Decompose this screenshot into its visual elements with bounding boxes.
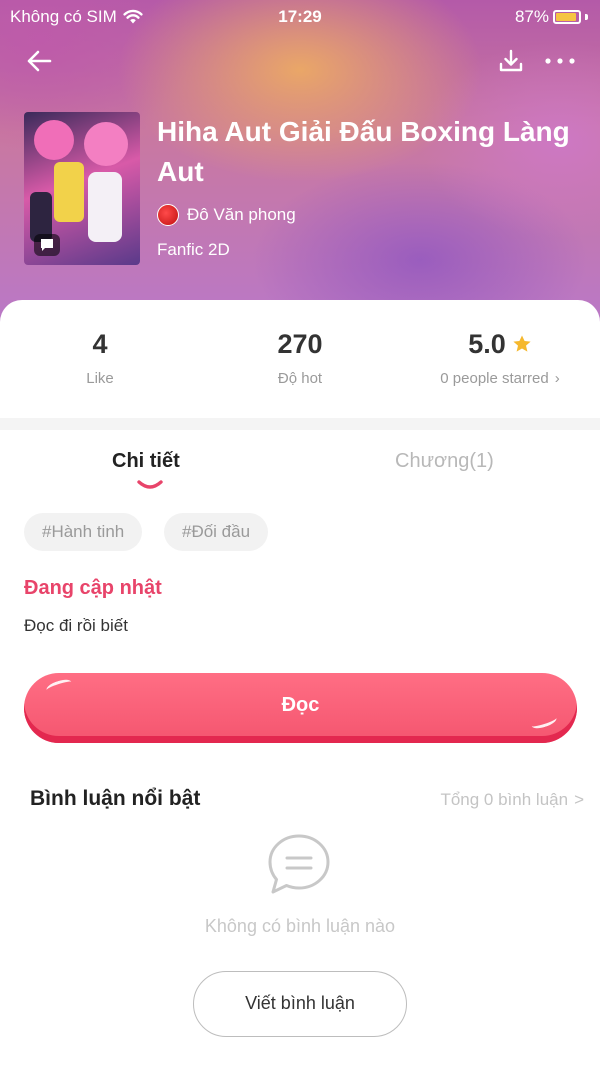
author-link[interactable]: Đô Văn phong — [157, 204, 296, 226]
book-title: Hiha Aut Giải Đấu Boxing Làng Aut — [157, 116, 570, 187]
rating-value: 5.0 — [468, 328, 506, 359]
hot-count: 270 — [277, 328, 323, 359]
comment-bubble-icon — [268, 834, 330, 894]
comic-badge-icon — [34, 234, 60, 256]
author-avatar — [157, 204, 179, 226]
empty-comments-text: Không có bình luận nào — [204, 916, 396, 936]
like-stat[interactable]: 4 Like — [40, 326, 160, 388]
battery-icon — [553, 10, 581, 24]
battery-indicator: 87% — [515, 7, 588, 27]
book-description: Đọc đi rồi biết — [24, 616, 128, 635]
status-bar: Không có SIM 17:29 87% — [0, 0, 600, 34]
chevron-right-icon: > — [574, 790, 584, 809]
read-button-label: Đọc — [281, 694, 320, 716]
more-options-icon[interactable] — [544, 50, 576, 72]
tab-chapters[interactable]: Chương(1) — [395, 450, 494, 473]
chevron-right-icon: › — [554, 370, 560, 387]
comments-total-link[interactable]: Tổng 0 bình luận > — [440, 790, 584, 810]
active-tab-indicator — [137, 480, 163, 489]
update-status: Đang cập nhật — [24, 577, 162, 599]
comments-heading: Bình luận nổi bật — [30, 787, 201, 810]
comments-total-label: Tổng 0 bình luận — [440, 790, 569, 809]
download-icon[interactable] — [498, 48, 524, 74]
read-button[interactable]: Đọc — [24, 673, 577, 743]
book-genre: Fanfic 2D — [157, 240, 230, 259]
write-comment-button[interactable]: Viết bình luận — [193, 971, 407, 1037]
rating-stat[interactable]: 5.0 0 people starred › — [410, 326, 590, 388]
rating-label: 0 people starred — [440, 370, 549, 387]
book-cover[interactable] — [24, 112, 140, 265]
tag-chip[interactable]: #Hành tinh — [24, 513, 143, 551]
section-divider — [0, 418, 600, 430]
battery-percent: 87% — [514, 7, 549, 26]
hot-label: Độ hot — [277, 370, 323, 387]
back-arrow-icon[interactable] — [24, 46, 54, 76]
like-label: Like — [86, 370, 114, 387]
tab-detail[interactable]: Chi tiết — [112, 450, 180, 473]
clock: 17:29 — [278, 7, 322, 26]
star-icon — [513, 335, 531, 352]
tag-chip[interactable]: #Đối đầu — [164, 513, 269, 551]
author-name: Đô Văn phong — [187, 205, 296, 224]
like-count: 4 — [92, 328, 108, 359]
hot-stat: 270 Độ hot — [240, 326, 360, 388]
